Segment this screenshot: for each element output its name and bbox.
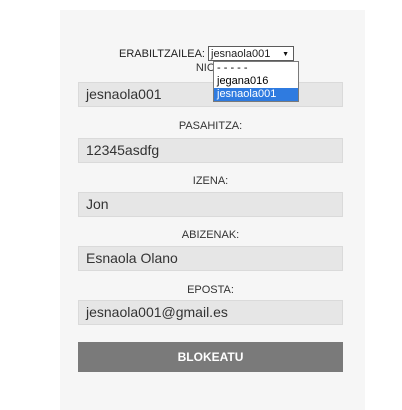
user-dropdown-list: - - - - - jegana016 jesnaola001 xyxy=(213,61,299,102)
name-label: IZENA: xyxy=(192,175,229,187)
nick-label: NICK: xyxy=(195,62,226,74)
email-field[interactable]: jesnaola001@gmail.es xyxy=(78,300,343,325)
block-button[interactable]: BLOKEATU xyxy=(78,342,343,372)
nick-field[interactable]: jesnaola001 xyxy=(78,82,343,107)
email-label: EPOSTA: xyxy=(187,284,234,296)
user-label: ERABILTZAILEA: xyxy=(119,47,205,60)
chevron-down-icon: ▼ xyxy=(282,51,289,58)
password-label: PASAHITZA: xyxy=(178,120,243,132)
name-field[interactable]: Jon xyxy=(78,192,343,217)
user-select-row: ERABILTZAILEA: jesnaola001 ▼ xyxy=(119,45,294,62)
password-field[interactable]: 12345asdfg xyxy=(78,138,343,163)
surname-label: ABIZENAK: xyxy=(181,229,240,241)
user-select-value: jesnaola001 xyxy=(211,48,271,60)
surname-field[interactable]: Esnaola Olano xyxy=(78,246,343,271)
user-option-selected[interactable]: jesnaola001 xyxy=(214,88,298,101)
user-option[interactable]: - - - - - xyxy=(214,62,298,75)
user-option[interactable]: jegana016 xyxy=(214,75,298,88)
user-select[interactable]: jesnaola001 ▼ xyxy=(208,46,294,61)
